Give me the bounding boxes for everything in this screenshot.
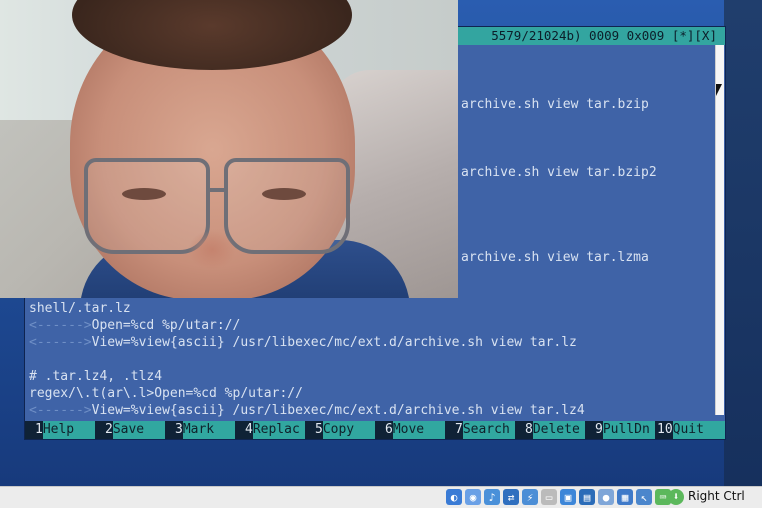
editor-line-text: archive.sh view tar.bzip2 — [461, 165, 657, 180]
fkey-delete[interactable]: 8 Delete — [515, 421, 585, 439]
tab-marker: <------> — [29, 318, 92, 333]
fkey-label: Move — [392, 421, 445, 439]
fkey-label: PullDn — [602, 421, 655, 439]
audio-icon[interactable]: ♪ — [484, 489, 500, 505]
status-icons: ◐ ◉ ♪ ⇄ ⚡ ▭ ▣ ▤ ● ▦ ↖ ⌨ — [446, 489, 671, 506]
editor-line: regex/\.t(ar\.l>Open=%cd %p/utar:// — [29, 385, 303, 402]
fkey-number: 10 — [655, 421, 673, 439]
editor-line-text: archive.sh view tar.lzma — [461, 250, 649, 265]
fkey-label: Delete — [532, 421, 585, 439]
editor-line: <------>View=%view{ascii} /usr/libexec/m… — [29, 334, 577, 351]
recording-icon[interactable]: ● — [598, 489, 614, 505]
eye-left — [122, 188, 166, 200]
editor-line-text: View=%view{ascii} /usr/libexec/mc/ext.d/… — [91, 335, 577, 350]
fkey-number: 4 — [235, 421, 253, 439]
fkey-replac[interactable]: 4 Replac — [235, 421, 305, 439]
fkey-label: Quit — [672, 421, 725, 439]
fkey-number: 9 — [585, 421, 603, 439]
fkey-number: 1 — [25, 421, 43, 439]
editor-line: <------>View=%view{ascii} /usr/libexec/m… — [29, 402, 585, 419]
fkey-quit[interactable]: 10 Quit — [655, 421, 725, 439]
editor-scrollbar-thumb[interactable] — [715, 45, 724, 415]
mouse-cursor-icon — [716, 84, 722, 96]
fkey-pulldn[interactable]: 9 PullDn — [585, 421, 655, 439]
mouse-integration-icon[interactable]: ↖ — [636, 489, 652, 505]
editor-line: archive.sh view tar.bzip2 — [461, 164, 657, 181]
fkey-number: 7 — [445, 421, 463, 439]
fkey-copy[interactable]: 5 Copy — [305, 421, 375, 439]
fkey-number: 3 — [165, 421, 183, 439]
editor-scrollbar[interactable] — [715, 45, 724, 415]
host-key-label: Right Ctrl — [688, 489, 745, 503]
host-key-arrow-icon: ⬇ — [668, 489, 684, 505]
tab-marker: <------> — [29, 335, 92, 350]
fkey-number: 2 — [95, 421, 113, 439]
desktop-edge — [724, 0, 762, 486]
fkey-label: Copy — [322, 421, 375, 439]
eye-right — [262, 188, 306, 200]
display-icon[interactable]: ▣ — [560, 489, 576, 505]
function-key-bar: 1 Help 2 Save 3 Mark 4 Replac 5 Copy 6 Move 7 Search 8… — [25, 421, 725, 439]
editor-line-text: archive.sh view tar.bzip — [461, 97, 649, 112]
editor-line-text: # .tar.lz4, .tlz4 — [29, 369, 163, 384]
fkey-save[interactable]: 2 Save — [95, 421, 165, 439]
fkey-label: Search — [462, 421, 515, 439]
fkey-mark[interactable]: 3 Mark — [165, 421, 235, 439]
vm-status-bar: ◐ ◉ ♪ ⇄ ⚡ ▭ ▣ ▤ ● ▦ ↖ ⌨ ⬇ Right Ctrl — [0, 486, 762, 508]
fkey-label: Mark — [182, 421, 235, 439]
glasses-lens-right — [224, 158, 350, 254]
fkey-label: Save — [112, 421, 165, 439]
editor-line: archive.sh view tar.bzip — [461, 96, 649, 113]
fkey-number: 8 — [515, 421, 533, 439]
optical-drive-icon[interactable]: ◐ — [446, 489, 462, 505]
tab-marker: <------> — [29, 403, 92, 418]
editor-line: shell/.tar.lz — [29, 300, 131, 317]
fkey-search[interactable]: 7 Search — [445, 421, 515, 439]
editor-line-text: View=%view{ascii} /usr/libexec/mc/ext.d/… — [91, 403, 585, 418]
shared-folder-icon[interactable]: ▭ — [541, 489, 557, 505]
webcam-nose — [188, 230, 236, 270]
fkey-number: 6 — [375, 421, 393, 439]
fkey-move[interactable]: 6 Move — [375, 421, 445, 439]
editor-line: <------>Open=%cd %p/utar:// — [29, 317, 240, 334]
editor-line-text: regex/\.t(ar\.l>Open=%cd %p/utar:// — [29, 386, 303, 401]
glasses-bridge — [206, 188, 224, 192]
cpu-icon[interactable]: ▦ — [617, 489, 633, 505]
webcam-overlay — [0, 0, 458, 298]
editor-line-text: Open=%cd %p/utar:// — [91, 318, 241, 333]
fkey-label: Replac — [252, 421, 305, 439]
fkey-help[interactable]: 1 Help — [25, 421, 95, 439]
cd-icon[interactable]: ◉ — [465, 489, 481, 505]
network-icon[interactable]: ⇄ — [503, 489, 519, 505]
fkey-label: Help — [42, 421, 95, 439]
editor-line: # .tar.lz4, .tlz4 — [29, 368, 162, 385]
usb-icon[interactable]: ⚡ — [522, 489, 538, 505]
editor-line: archive.sh view tar.lzma — [461, 249, 649, 266]
fkey-number: 5 — [305, 421, 323, 439]
screen-icon[interactable]: ▤ — [579, 489, 595, 505]
editor-line-text: shell/.tar.lz — [29, 301, 131, 316]
